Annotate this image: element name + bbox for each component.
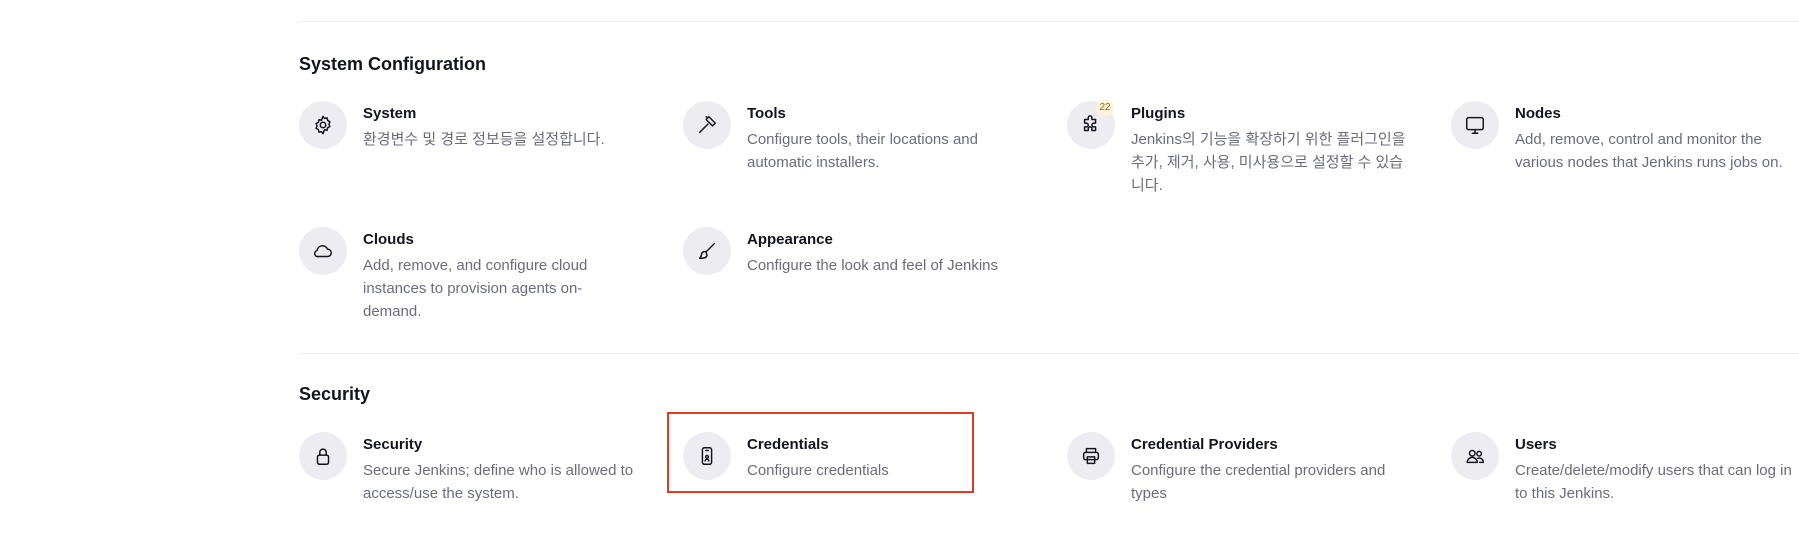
item-plugins[interactable]: 22 Plugins Jenkins의 기능을 확장하기 위한 플러그인을 추가…: [1067, 100, 1417, 197]
gear-icon: [299, 101, 347, 149]
brush-icon: [683, 227, 731, 275]
item-title: Tools: [747, 105, 786, 122]
section-title-system-configuration: System Configuration: [299, 54, 487, 74]
item-tools[interactable]: Tools Configure tools, their locations a…: [683, 101, 1003, 174]
item-clouds[interactable]: Clouds Add, remove, and configure cloud …: [299, 227, 639, 323]
section-title-security: Security: [299, 384, 371, 404]
item-title: Clouds: [363, 231, 414, 248]
item-title: Credential Providers: [1131, 436, 1278, 453]
users-icon: [1451, 432, 1499, 480]
manage-jenkins-page: System Configuration System 환경변수 및 경로 정보…: [0, 0, 1799, 534]
item-description: Jenkins의 기능을 확장하기 위한 플러그인을 추가, 제거, 사용, 미…: [1131, 131, 1406, 194]
id-card-icon: [683, 432, 731, 480]
cloud-icon: [299, 227, 347, 275]
item-title: Plugins: [1131, 105, 1186, 122]
item-description: 환경변수 및 경로 정보등을 설정합니다.: [363, 131, 605, 148]
item-title: Users: [1515, 436, 1557, 453]
top-divider: [299, 21, 1799, 22]
item-description: Add, remove, and configure cloud instanc…: [363, 257, 588, 320]
printer-icon: [1067, 432, 1115, 480]
item-credential-providers[interactable]: Credential Providers Configure the crede…: [1067, 432, 1407, 505]
item-description: Create/delete/modify users that can log …: [1515, 462, 1792, 502]
item-title: System: [363, 105, 417, 122]
item-description: Configure credentials: [747, 462, 889, 479]
puzzle-icon: 22: [1067, 100, 1115, 149]
item-credentials[interactable]: Credentials Configure credentials: [683, 432, 963, 482]
item-description: Secure Jenkins; define who is allowed to…: [363, 462, 634, 502]
item-nodes[interactable]: Nodes Add, remove, control and monitor t…: [1451, 101, 1799, 174]
item-title: Appearance: [747, 231, 833, 248]
lock-icon: [299, 432, 347, 480]
item-security[interactable]: Security Secure Jenkins; define who is a…: [299, 432, 639, 505]
hammer-icon: [683, 101, 731, 149]
item-description: Configure the credential providers and t…: [1131, 462, 1386, 502]
item-title: Security: [363, 436, 423, 453]
monitor-icon: [1451, 101, 1499, 149]
item-title: Nodes: [1515, 105, 1561, 122]
section-divider: [299, 353, 1799, 354]
item-description: Configure the look and feel of Jenkins: [747, 257, 998, 274]
item-users[interactable]: Users Create/delete/modify users that ca…: [1451, 432, 1799, 505]
item-description: Configure tools, their locations and aut…: [747, 131, 978, 171]
item-description: Add, remove, control and monitor the var…: [1515, 131, 1783, 171]
plugins-update-badge: 22: [1096, 100, 1114, 116]
item-title: Credentials: [747, 436, 829, 453]
item-system[interactable]: System 환경변수 및 경로 정보등을 설정합니다.: [299, 101, 639, 151]
item-appearance[interactable]: Appearance Configure the look and feel o…: [683, 227, 1023, 277]
